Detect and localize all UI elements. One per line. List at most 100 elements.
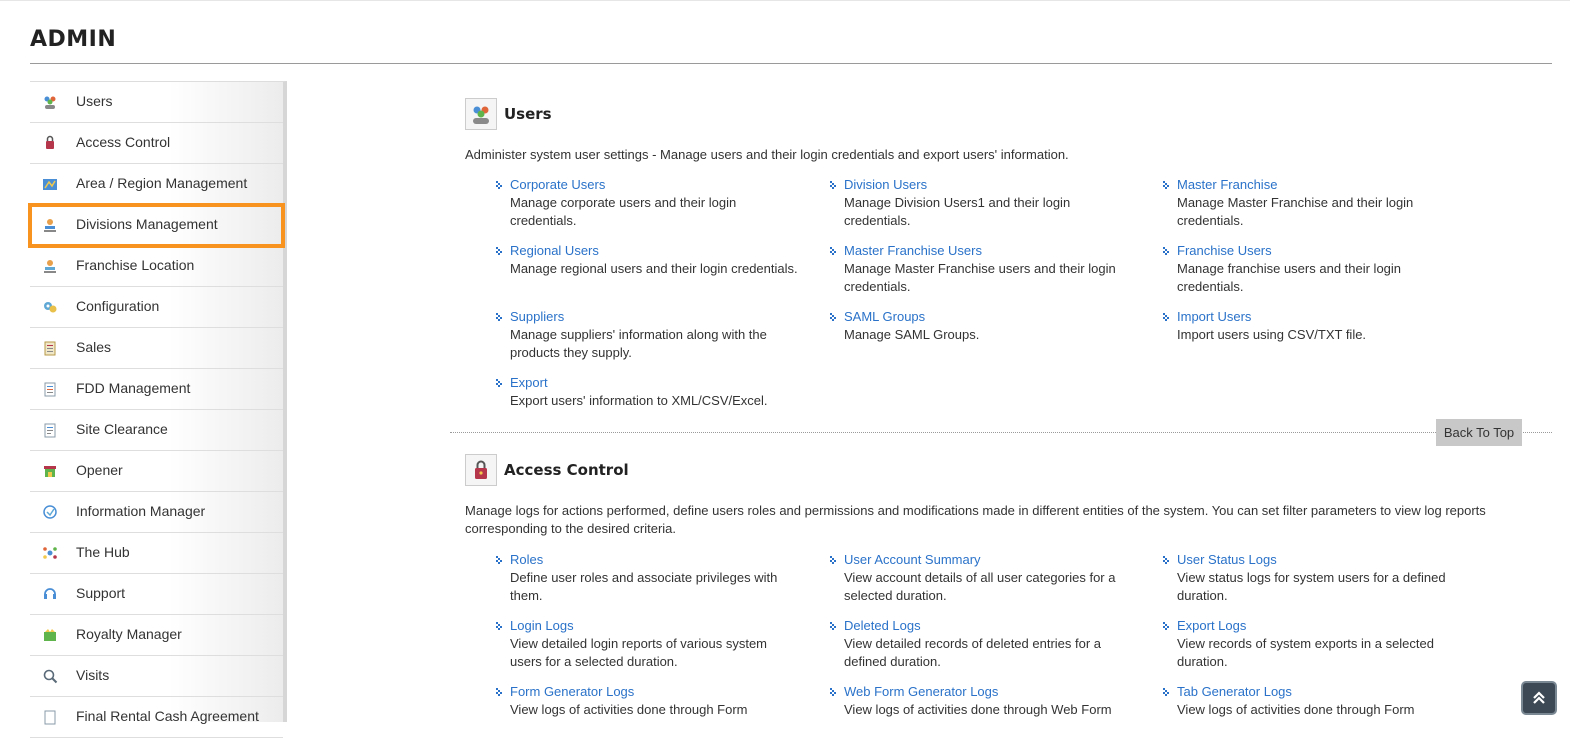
sidebar-item-the-hub[interactable]: The Hub [30, 533, 283, 574]
access-control-icon [465, 454, 497, 486]
sidebar-item-divisions[interactable]: Divisions Management [28, 203, 285, 248]
bullet-arrow-icon [496, 688, 502, 696]
link-title[interactable]: Roles [510, 551, 800, 569]
sidebar-item-access-control[interactable]: Access Control [30, 123, 283, 164]
bullet-arrow-icon [830, 313, 836, 321]
section-header-access-control: Access Control [465, 454, 629, 486]
visits-icon [43, 669, 58, 684]
section-description: Administer system user settings - Manage… [465, 147, 1069, 162]
link-description: Manage franchise users and their login c… [1177, 261, 1402, 294]
bullet-arrow-icon [1163, 181, 1169, 189]
sidebar-item-configuration[interactable]: Configuration [30, 287, 283, 328]
double-chevron-up-icon [1533, 691, 1545, 704]
bullet-arrow-icon [1163, 688, 1169, 696]
sidebar-item-label: Visits [76, 667, 110, 683]
bullet-arrow-icon [830, 247, 836, 255]
title-divider [30, 63, 1552, 64]
link-suppliers: Suppliers Manage suppliers' information … [496, 308, 800, 362]
section-header-users: Users [465, 98, 552, 130]
sidebar-item-agreement[interactable]: Final Rental Cash Agreement [30, 697, 283, 738]
sidebar-item-royalty-manager[interactable]: Royalty Manager [30, 615, 283, 656]
link-master-franchise: Master Franchise Manage Master Franchise… [1163, 176, 1467, 230]
link-title[interactable]: User Status Logs [1177, 551, 1467, 569]
link-login-logs: Login Logs View detailed login reports o… [496, 617, 800, 671]
bullet-arrow-icon [1163, 313, 1169, 321]
location-icon [44, 260, 56, 273]
sidebar-item-label: Royalty Manager [76, 626, 182, 642]
link-import-users: Import Users Import users using CSV/TXT … [1163, 308, 1467, 344]
bullet-arrow-icon [496, 622, 502, 630]
section-divider [450, 432, 1552, 433]
link-description: View status logs for system users for a … [1177, 570, 1446, 603]
link-description: Manage Master Franchise users and their … [844, 261, 1116, 294]
sidebar-item-site-clearance[interactable]: Site Clearance [30, 410, 283, 451]
sidebar-item-label: Users [76, 93, 113, 109]
section-title: Users [504, 105, 552, 123]
link-export: Export Export users' information to XML/… [496, 374, 800, 410]
link-description: Import users using CSV/TXT file. [1177, 327, 1367, 342]
sidebar-item-opener[interactable]: Opener [30, 451, 283, 492]
bullet-arrow-icon [1163, 556, 1169, 564]
link-title[interactable]: Master Franchise Users [844, 242, 1134, 260]
sidebar-item-label: Franchise Location [76, 257, 195, 273]
sidebar-item-information-manager[interactable]: Information Manager [30, 492, 283, 533]
link-title[interactable]: User Account Summary [844, 551, 1134, 569]
sidebar-item-label: Opener [76, 462, 123, 478]
link-description: Manage SAML Groups. [844, 327, 980, 342]
sidebar-item-visits[interactable]: Visits [30, 656, 283, 697]
link-title[interactable]: Deleted Logs [844, 617, 1134, 635]
clearance-icon [44, 423, 56, 438]
bullet-arrow-icon [830, 181, 836, 189]
sidebar-item-users[interactable]: Users [30, 82, 283, 123]
sidebar-item-label: Information Manager [76, 503, 206, 519]
top-border [0, 0, 1570, 1]
royalty-icon [44, 629, 56, 641]
back-to-top-button[interactable]: Back To Top [1436, 419, 1522, 446]
link-title[interactable]: Suppliers [510, 308, 800, 326]
users-icon [465, 98, 497, 130]
sidebar-item-area-region[interactable]: Area / Region Management [30, 164, 283, 205]
link-franchise-users: Franchise Users Manage franchise users a… [1163, 242, 1467, 296]
bullet-arrow-icon [496, 379, 502, 387]
link-title[interactable]: Division Users [844, 176, 1134, 194]
link-user-status-logs: User Status Logs View status logs for sy… [1163, 551, 1467, 605]
link-title[interactable]: Regional Users [510, 242, 800, 260]
store-icon [44, 466, 56, 477]
sidebar-item-sales[interactable]: Sales [30, 328, 283, 369]
sidebar-item-label: FDD Management [76, 380, 191, 396]
link-title[interactable]: Corporate Users [510, 176, 800, 194]
section-description: Manage logs for actions performed, defin… [465, 503, 1486, 536]
link-tab-generator-logs: Tab Generator Logs View logs of activiti… [1163, 683, 1467, 719]
link-title[interactable]: Franchise Users [1177, 242, 1467, 260]
sidebar-item-franchise-location[interactable]: Franchise Location [30, 246, 283, 287]
link-description: View logs of activities done through For… [510, 702, 748, 717]
document-icon [44, 382, 56, 397]
users-icon [44, 96, 56, 109]
link-title[interactable]: Export [510, 374, 800, 392]
sidebar-item-support[interactable]: Support [30, 574, 283, 615]
page-title: ADMIN [30, 27, 117, 52]
link-deleted-logs: Deleted Logs View detailed records of de… [830, 617, 1134, 671]
link-title[interactable]: Import Users [1177, 308, 1467, 326]
link-title[interactable]: Login Logs [510, 617, 800, 635]
link-title[interactable]: SAML Groups [844, 308, 1134, 326]
scroll-to-top-button[interactable] [1521, 681, 1557, 715]
link-description: Manage Division Users1 and their login c… [844, 195, 1071, 228]
link-description: Export users' information to XML/CSV/Exc… [510, 393, 768, 408]
admin-sidebar: Users Access Control Area / Region Manag… [28, 81, 287, 738]
hub-icon [43, 547, 57, 559]
map-icon [43, 179, 57, 190]
sidebar-item-label: Support [76, 585, 126, 601]
link-description: Manage corporate users and their login c… [510, 195, 737, 228]
link-title[interactable]: Web Form Generator Logs [844, 683, 1134, 701]
link-regional-users: Regional Users Manage regional users and… [496, 242, 800, 278]
link-title[interactable]: Master Franchise [1177, 176, 1467, 194]
bullet-arrow-icon [830, 556, 836, 564]
link-title[interactable]: Form Generator Logs [510, 683, 800, 701]
access-control-icon [46, 135, 54, 149]
link-description: Define user roles and associate privileg… [510, 570, 778, 603]
link-title[interactable]: Export Logs [1177, 617, 1467, 635]
link-title[interactable]: Tab Generator Logs [1177, 683, 1467, 701]
sidebar-item-label: The Hub [76, 544, 130, 560]
sidebar-item-fdd-management[interactable]: FDD Management [30, 369, 283, 410]
